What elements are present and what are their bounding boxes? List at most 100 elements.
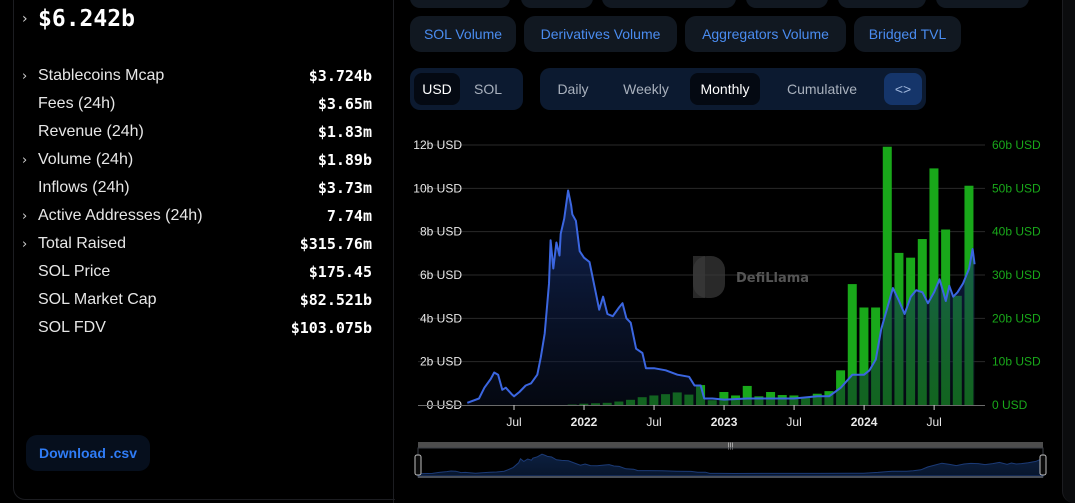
- chip-bridged-tvl[interactable]: Bridged TVL: [854, 16, 961, 52]
- stat-row: Revenue (24h) $1.83m: [22, 118, 372, 146]
- stat-value: $103.075b: [290, 319, 372, 337]
- stat-label-wrap: SOL Price: [22, 263, 110, 281]
- stat-label: Stablecoins Mcap: [38, 67, 165, 84]
- x-axis: Jul 2022 Jul 2023 Jul 2024 Jul: [418, 405, 985, 429]
- right-axis-tick-label: 30b USD: [992, 268, 1041, 282]
- stat-value: $1.89b: [317, 151, 372, 169]
- stat-row: SOL FDV $103.075b: [22, 314, 372, 342]
- stat-value: $3.73m: [317, 179, 372, 197]
- denom-sol[interactable]: SOL: [460, 73, 516, 105]
- x-tick-label: Jul: [506, 415, 521, 429]
- stat-value: $315.76m: [299, 235, 372, 253]
- right-axis-tick-label: 0 USD: [992, 398, 1028, 412]
- panel-divider: [393, 0, 394, 503]
- left-axis-tick-label: 2b USD: [420, 355, 462, 369]
- stats-list: › Stablecoins Mcap $3.724b Fees (24h) $3.65m…: [22, 62, 372, 342]
- right-axis: 0 USD 10b USD 20b USD 30b USD 40b USD 50b USD…: [992, 138, 1041, 412]
- stat-value: 7.74m: [326, 207, 372, 225]
- period-cumulative[interactable]: Cumulative: [760, 73, 884, 105]
- brush-grip-icon[interactable]: |||: [728, 443, 734, 450]
- stat-label: Revenue (24h): [38, 123, 144, 140]
- right-axis-tick-label: 20b USD: [992, 311, 1041, 325]
- code-icon[interactable]: <>: [884, 73, 922, 105]
- stat-label: Active Addresses (24h): [38, 207, 203, 224]
- stat-label-wrap: SOL FDV: [22, 319, 106, 337]
- chevron-right-icon[interactable]: ›: [22, 69, 38, 84]
- brush-mini-area: [417, 453, 1044, 477]
- period-daily[interactable]: Daily: [544, 73, 602, 105]
- stat-label-wrap: Revenue (24h): [22, 123, 144, 141]
- chevron-right-icon[interactable]: ›: [22, 237, 38, 252]
- chip-sol-volume[interactable]: SOL Volume: [410, 16, 516, 52]
- left-axis-tick-label: 8b USD: [420, 225, 462, 239]
- x-tick-label: 2023: [711, 415, 738, 429]
- metric-chip-hidden[interactable]: [410, 0, 510, 8]
- right-axis-tick-label: 50b USD: [992, 181, 1041, 195]
- x-tick-label: Jul: [646, 415, 661, 429]
- left-axis-tick-label: 6b USD: [420, 268, 462, 282]
- left-axis-tick-label: 12b USD: [413, 138, 462, 152]
- right-axis-tick-label: 40b USD: [992, 225, 1041, 239]
- stat-value: $3.724b: [308, 67, 372, 85]
- left-axis-tick-label: 4b USD: [420, 311, 462, 325]
- stat-label: Volume (24h): [38, 151, 134, 168]
- x-tick-label: Jul: [926, 415, 941, 429]
- stat-value: $1.83m: [317, 123, 372, 141]
- brush-handle-right[interactable]: [1039, 454, 1047, 476]
- stat-row[interactable]: › Active Addresses (24h) 7.74m: [22, 202, 372, 230]
- metric-chip-hidden[interactable]: [602, 0, 736, 8]
- metric-chip-hidden[interactable]: [936, 0, 1029, 8]
- stat-label-wrap: Inflows (24h): [22, 179, 130, 197]
- stat-label: Inflows (24h): [38, 179, 130, 196]
- brush-handle-left[interactable]: [414, 454, 422, 476]
- stat-row: SOL Price $175.45: [22, 258, 372, 286]
- stat-label-wrap: Fees (24h): [22, 95, 115, 113]
- chevron-right-icon[interactable]: ›: [22, 209, 38, 224]
- chip-aggregators-volume[interactable]: Aggregators Volume: [685, 16, 846, 52]
- period-monthly[interactable]: Monthly: [690, 73, 760, 105]
- stat-label: SOL Price: [38, 263, 111, 280]
- tvl-summary[interactable]: › $6.242b: [22, 6, 135, 32]
- tvl-value: $6.242b: [38, 6, 135, 32]
- stat-label-wrap: SOL Market Cap: [22, 291, 157, 309]
- metric-chip-hidden[interactable]: [746, 0, 828, 8]
- denomination-toggle: USD SOL: [410, 68, 523, 110]
- tvl-volume-chart[interactable]: 0 USD 2b USD 4b USD 6b USD 8b USD 10b USD 12b …: [400, 130, 1075, 490]
- stat-row[interactable]: › Stablecoins Mcap $3.724b: [22, 62, 372, 90]
- stat-value: $3.65m: [317, 95, 372, 113]
- metric-chip-hidden[interactable]: [521, 0, 593, 8]
- watermark-text: DefiLlama: [736, 271, 809, 286]
- stat-label: SOL Market Cap: [38, 291, 157, 308]
- stat-row: SOL Market Cap $82.521b: [22, 286, 372, 314]
- tvl-area: [466, 189, 976, 405]
- stat-label-wrap: › Stablecoins Mcap: [22, 67, 164, 85]
- x-tick-label: 2022: [571, 415, 598, 429]
- left-axis: 0 USD2b USD4b USD6b USD8b USD10b USD12b …: [413, 138, 462, 412]
- metric-chip-hidden[interactable]: [838, 0, 926, 8]
- download-csv-button[interactable]: Download .csv: [26, 435, 150, 471]
- x-tick-label: Jul: [786, 415, 801, 429]
- stat-row: Inflows (24h) $3.73m: [22, 174, 372, 202]
- chevron-right-icon[interactable]: ›: [22, 153, 38, 168]
- period-toggle: Daily Weekly Monthly Cumulative <>: [540, 68, 926, 110]
- chip-derivatives-volume[interactable]: Derivatives Volume: [524, 16, 677, 52]
- stat-label-wrap: › Active Addresses (24h): [22, 207, 203, 225]
- stat-label: SOL FDV: [38, 319, 106, 336]
- stat-label: Fees (24h): [38, 95, 116, 112]
- stat-value: $175.45: [308, 263, 372, 281]
- stat-row[interactable]: › Total Raised $315.76m: [22, 230, 372, 258]
- stat-row[interactable]: › Volume (24h) $1.89b: [22, 146, 372, 174]
- right-axis-tick-label: 10b USD: [992, 355, 1041, 369]
- range-brush[interactable]: |||: [414, 442, 1047, 478]
- stat-label-wrap: › Volume (24h): [22, 151, 133, 169]
- denom-usd[interactable]: USD: [414, 73, 460, 105]
- llama-logo-icon-part: [693, 256, 705, 298]
- period-weekly[interactable]: Weekly: [602, 73, 690, 105]
- stat-value: $82.521b: [299, 291, 372, 309]
- stat-row: Fees (24h) $3.65m: [22, 90, 372, 118]
- defillama-watermark: DefiLlama: [693, 256, 809, 298]
- stat-label: Total Raised: [38, 235, 127, 252]
- left-axis-tick-label: 10b USD: [413, 181, 462, 195]
- chevron-right-icon[interactable]: ›: [22, 11, 38, 27]
- x-tick-label: 2024: [851, 415, 878, 429]
